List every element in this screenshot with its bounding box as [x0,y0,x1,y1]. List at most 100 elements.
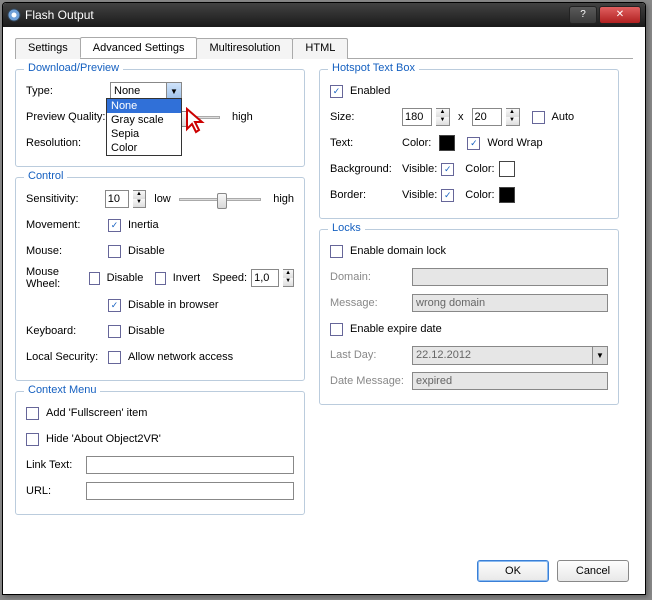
group-control: Control Sensitivity: ▲▼ low high Movemen… [15,177,305,381]
hotspot-text-color-swatch[interactable] [439,135,455,151]
help-button[interactable]: ? [569,6,597,24]
domain-input [412,268,608,286]
url-label: URL: [26,485,82,497]
keyboard-disable-checkbox[interactable] [108,325,121,338]
tab-settings[interactable]: Settings [15,38,81,59]
wheel-speed-spinner[interactable]: ▲▼ [283,269,294,287]
high-label: high [232,111,253,123]
hotspot-border-color-swatch[interactable] [499,187,515,203]
window-title: Flash Output [25,8,569,22]
type-option-none[interactable]: None [107,99,181,113]
dialog-footer: OK Cancel [477,560,629,582]
local-security-label: Local Security: [26,351,104,363]
sensitivity-spinner[interactable]: ▲▼ [133,190,146,208]
group-hotspot: Hotspot Text Box ✓ Enabled Size: ▲▼ x ▲▼… [319,69,619,219]
keyboard-label: Keyboard: [26,325,104,337]
wordwrap-checkbox[interactable]: ✓ [467,137,480,150]
group-title-hotspot: Hotspot Text Box [328,62,419,74]
hide-about-checkbox[interactable] [26,433,39,446]
wordwrap-label: Word Wrap [487,137,542,149]
enable-expire-label: Enable expire date [350,323,442,335]
sensitivity-input[interactable] [105,190,129,208]
group-context-menu: Context Menu Add 'Fullscreen' item Hide … [15,391,305,515]
group-title-download: Download/Preview [24,62,123,74]
domain-label: Domain: [330,271,408,283]
wheel-disable-label: Disable [107,272,144,284]
hotspot-border-visible-label: Visible: [402,189,437,201]
wheel-speed-label: Speed: [212,272,247,284]
message-input [412,294,608,312]
hotspot-bg-color-swatch[interactable] [499,161,515,177]
border-visible-checkbox[interactable]: ✓ [441,189,454,202]
type-option-sepia[interactable]: Sepia [107,127,181,141]
type-dropdown-list[interactable]: None Gray scale Sepia Color [106,98,182,156]
hotspot-height-input[interactable] [472,108,502,126]
enable-domain-checkbox[interactable] [330,245,343,258]
group-download-preview: Download/Preview Type: None ▼ Preview Qu… [15,69,305,167]
message-label: Message: [330,297,408,309]
window-buttons: ? ✕ [569,6,641,24]
resolution-label: Resolution: [26,137,106,149]
hotspot-bg-visible-label: Visible: [402,163,437,175]
enable-expire-checkbox[interactable] [330,323,343,336]
wheel-invert-label: Invert [173,272,201,284]
hotspot-bg-color-label: Color: [465,163,494,175]
disable-in-browser-label: Disable in browser [128,299,218,311]
group-title-control: Control [24,170,67,182]
group-title-context: Context Menu [24,384,100,396]
inertia-label: Inertia [128,219,159,231]
hotspot-enabled-checkbox[interactable]: ✓ [330,85,343,98]
url-input[interactable] [86,482,294,500]
last-day-value: 22.12.2012 [413,349,592,361]
mouse-label: Mouse: [26,245,104,257]
bg-visible-checkbox[interactable]: ✓ [441,163,454,176]
sensitivity-label: Sensitivity: [26,193,101,205]
mouse-disable-checkbox[interactable] [108,245,121,258]
type-option-grayscale[interactable]: Gray scale [107,113,181,127]
cancel-button[interactable]: Cancel [557,560,629,582]
titlebar: Flash Output ? ✕ [3,3,645,27]
tab-content: Download/Preview Type: None ▼ Preview Qu… [15,59,633,515]
fullscreen-label: Add 'Fullscreen' item [46,407,147,419]
hotspot-border-label: Border: [330,189,398,201]
allow-network-checkbox[interactable] [108,351,121,364]
hotspot-x-label: x [458,111,464,123]
sensitivity-slider[interactable] [179,191,261,207]
hotspot-height-spinner[interactable]: ▲▼ [506,108,520,126]
fullscreen-checkbox[interactable] [26,407,39,420]
link-text-label: Link Text: [26,459,82,471]
chevron-down-icon: ▼ [592,347,607,364]
keyboard-disable-label: Disable [128,325,165,337]
wheel-speed-input[interactable] [251,269,279,287]
wheel-disable-checkbox[interactable] [89,272,99,285]
hotspot-text-label: Text: [330,137,398,149]
group-title-locks: Locks [328,222,365,234]
tab-multiresolution[interactable]: Multiresolution [196,38,293,59]
hotspot-width-input[interactable] [402,108,432,126]
date-message-label: Date Message: [330,375,408,387]
high-label-sens: high [273,193,294,205]
close-button[interactable]: ✕ [599,6,641,24]
last-day-select: 22.12.2012 ▼ [412,346,608,365]
hotspot-width-spinner[interactable]: ▲▼ [436,108,450,126]
last-day-label: Last Day: [330,349,408,361]
wheel-invert-checkbox[interactable] [155,272,165,285]
type-label: Type: [26,85,106,97]
preview-quality-label: Preview Quality: [26,111,106,123]
enable-domain-label: Enable domain lock [350,245,446,257]
hotspot-auto-checkbox[interactable] [532,111,545,124]
inertia-checkbox[interactable]: ✓ [108,219,121,232]
wheel-label: Mouse Wheel: [26,266,85,290]
hotspot-bg-label: Background: [330,163,398,175]
ok-button[interactable]: OK [477,560,549,582]
app-icon [7,8,21,22]
hotspot-border-color-label: Color: [465,189,494,201]
movement-label: Movement: [26,219,104,231]
tab-advanced[interactable]: Advanced Settings [80,37,198,58]
tab-html[interactable]: HTML [292,38,348,59]
link-text-input[interactable] [86,456,294,474]
type-value: None [111,85,166,97]
type-option-color[interactable]: Color [107,141,181,155]
disable-in-browser-checkbox[interactable]: ✓ [108,299,121,312]
flash-output-dialog: Flash Output ? ✕ Settings Advanced Setti… [2,2,646,595]
